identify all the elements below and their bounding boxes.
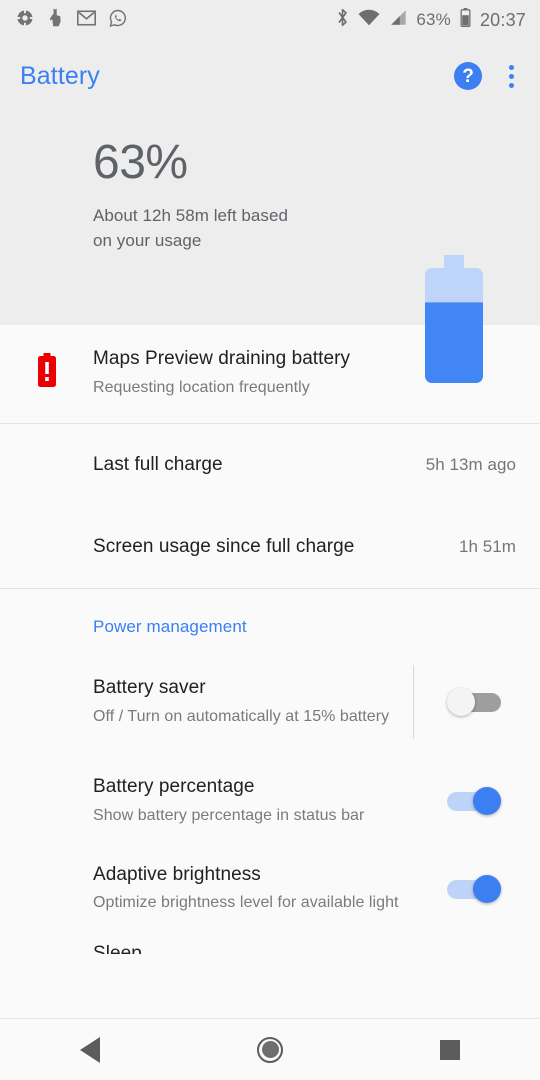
wifi-icon xyxy=(358,9,380,31)
battery-graphic-icon xyxy=(416,255,492,383)
gmail-icon xyxy=(77,9,96,31)
home-circle-icon xyxy=(257,1036,283,1063)
battery-estimate-text: About 12h 58m left based on your usage xyxy=(93,206,288,250)
row-text: Battery saver Off / Turn on automaticall… xyxy=(93,676,413,728)
row-title: Battery percentage xyxy=(93,775,255,797)
battery-summary-text: 63% About 12h 58m left based on your usa… xyxy=(0,134,300,253)
nav-home-button[interactable] xyxy=(225,1019,315,1080)
status-bar: 63% 20:37 xyxy=(0,0,540,40)
recents-square-icon xyxy=(440,1039,460,1060)
battery-settings-screen: 63% 20:37 Battery ? 63% About 12h 58m le… xyxy=(0,0,540,1080)
row-control xyxy=(413,786,540,815)
row-battery-saver[interactable]: Battery saver Off / Turn on automaticall… xyxy=(0,646,540,757)
toggle-thumb xyxy=(473,874,501,903)
row-value: 5h 13m ago xyxy=(425,454,516,474)
row-adaptive-brightness[interactable]: Adaptive brightness Optimize brightness … xyxy=(0,844,540,933)
toggle-battery-percentage[interactable] xyxy=(447,786,501,815)
row-control xyxy=(413,664,540,739)
row-label: Last full charge xyxy=(93,453,223,475)
status-bar-battery-percent: 63% xyxy=(416,10,451,29)
row-screen-usage[interactable]: Screen usage since full charge 1h 51m xyxy=(0,505,540,588)
row-text: Battery percentage Show battery percenta… xyxy=(93,775,413,827)
battery-summary: 63% About 12h 58m left based on your usa… xyxy=(0,112,540,383)
back-triangle-icon xyxy=(80,1036,100,1063)
bluetooth-icon xyxy=(336,8,349,32)
app-bar-actions: ? xyxy=(454,62,524,90)
toggle-thumb xyxy=(473,786,501,815)
overflow-menu-icon[interactable] xyxy=(508,64,514,88)
section-header-power-management: Power management xyxy=(0,588,540,647)
cellular-signal-icon xyxy=(389,9,407,31)
app-bar: Battery ? xyxy=(0,40,540,112)
row-subtitle: Optimize brightness level for available … xyxy=(93,894,399,912)
toggle-thumb xyxy=(447,687,475,716)
row-control xyxy=(413,874,540,903)
battery-percent-large: 63% xyxy=(93,136,188,189)
page-title: Battery xyxy=(20,61,100,90)
toggle-battery-saver[interactable] xyxy=(447,687,501,716)
row-title: Adaptive brightness xyxy=(93,863,261,885)
toggle-adaptive-brightness[interactable] xyxy=(447,874,501,903)
row-label: Screen usage since full charge xyxy=(93,535,355,557)
vertical-divider xyxy=(413,664,414,739)
nav-back-button[interactable] xyxy=(45,1019,135,1080)
row-title: Sleep xyxy=(93,943,142,955)
status-bar-clock: 20:37 xyxy=(479,9,526,30)
row-battery-percentage[interactable]: Battery percentage Show battery percenta… xyxy=(0,756,540,845)
help-icon[interactable]: ? xyxy=(454,62,482,90)
row-sleep-partial[interactable]: Sleep xyxy=(0,932,540,955)
battery-alert-icon xyxy=(0,347,93,387)
row-value: 1h 51m xyxy=(458,536,516,556)
row-subtitle: Off / Turn on automatically at 15% batte… xyxy=(93,707,390,725)
whatsapp-icon xyxy=(109,9,127,32)
touch-pointer-icon xyxy=(47,8,64,32)
row-last-full-charge[interactable]: Last full charge 5h 13m ago xyxy=(0,423,540,506)
row-text: Adaptive brightness Optimize brightness … xyxy=(93,863,413,915)
status-bar-notification-icons xyxy=(16,8,127,32)
system-navigation-bar xyxy=(0,1018,540,1080)
status-bar-system-icons: 63% 20:37 xyxy=(336,8,526,32)
nav-recents-button[interactable] xyxy=(405,1019,495,1080)
battery-icon xyxy=(460,8,471,32)
settings-gear-icon xyxy=(16,8,34,32)
row-subtitle: Show battery percentage in status bar xyxy=(93,806,365,824)
row-title: Battery saver xyxy=(93,676,206,698)
